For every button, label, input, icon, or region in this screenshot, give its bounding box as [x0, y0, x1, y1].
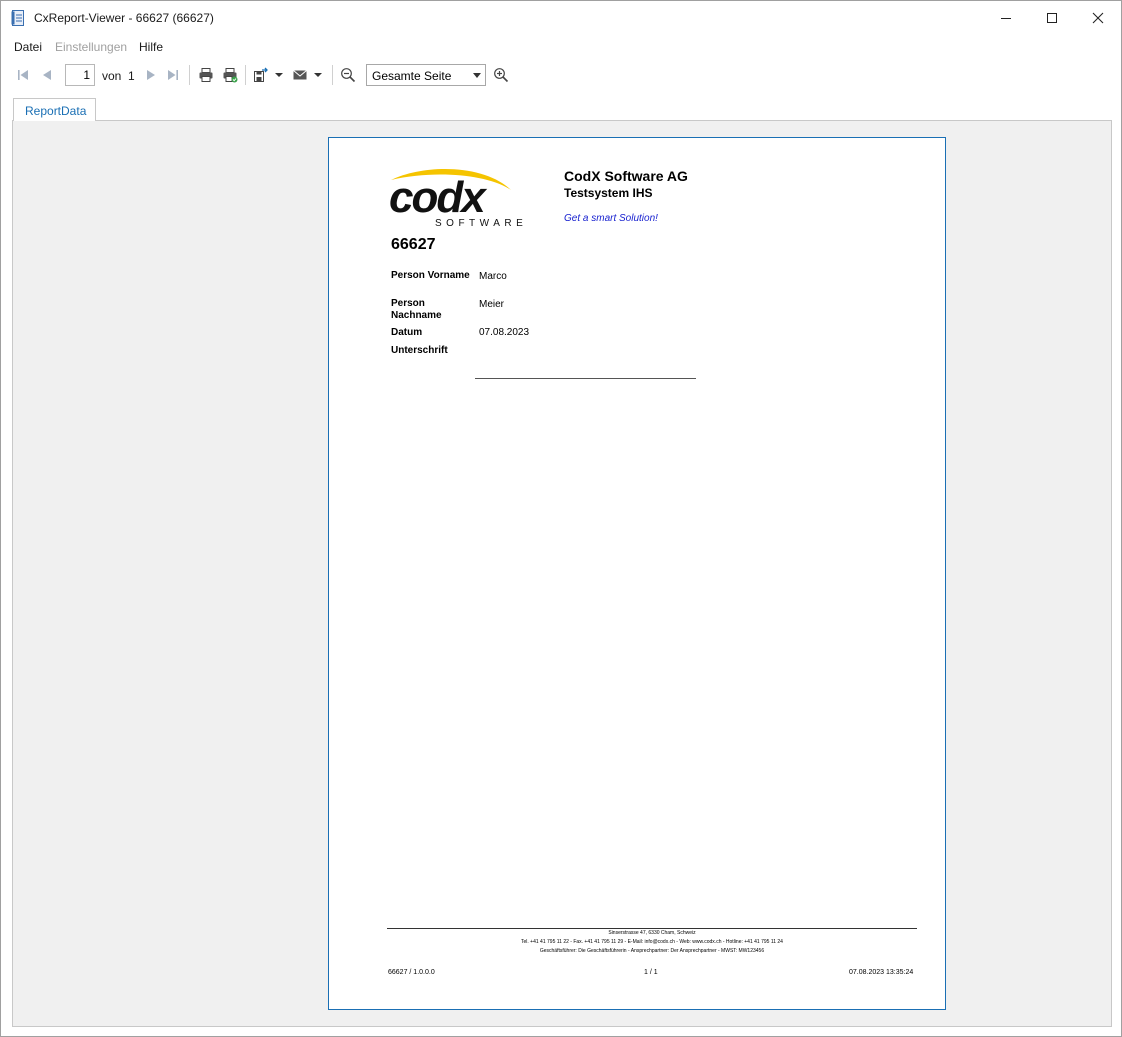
window-title: CxReport-Viewer - 66627 (66627) [34, 11, 214, 25]
title-bar: CxReport-Viewer - 66627 (66627) [1, 1, 1121, 35]
menu-einstellungen[interactable]: Einstellungen [55, 40, 127, 54]
footer-version: 66627 / 1.0.0.0 [388, 969, 435, 976]
zoom-in-button[interactable] [492, 66, 510, 84]
menu-datei[interactable]: Datei [14, 40, 42, 54]
field-label: Person Nachname [391, 298, 442, 321]
chevron-down-icon [473, 73, 481, 78]
svg-text:SOFTWARE: SOFTWARE [435, 218, 527, 229]
print-direct-button[interactable] [221, 66, 239, 84]
email-icon [293, 70, 307, 80]
print-direct-icon [223, 68, 238, 83]
field-value: Marco [479, 271, 507, 282]
first-page-icon [18, 70, 28, 80]
slogan: Get a smart Solution! [564, 213, 658, 224]
zoom-select-value: Gesamte Seite [372, 69, 452, 83]
footer-management: Geschäftsführer: Die Geschäftsführerin -… [539, 948, 765, 954]
maximize-button[interactable] [1029, 1, 1075, 35]
zoom-out-icon [341, 68, 356, 83]
zoom-select[interactable]: Gesamte Seite [366, 64, 486, 86]
toolbar-separator [189, 65, 190, 85]
field-value: 07.08.2023 [479, 327, 530, 338]
first-page-button[interactable] [14, 66, 32, 84]
footer-divider [387, 928, 917, 929]
minimize-button[interactable] [983, 1, 1029, 35]
system-name: Testsystem IHS [564, 186, 653, 200]
zoom-out-button[interactable] [339, 66, 357, 84]
footer-contact: Tel. +41 41 795 11 22 - Fax. +41 41 795 … [521, 939, 783, 945]
signature-line [475, 378, 696, 379]
app-icon [11, 10, 25, 26]
chevron-down-icon [314, 73, 322, 77]
footer-page-number: 1 / 1 [644, 969, 658, 976]
footer-timestamp: 07.08.2023 13:35:24 [849, 969, 914, 976]
field-label: Datum [391, 327, 423, 338]
report-id: 66627 [391, 236, 436, 253]
minimize-icon [1001, 18, 1011, 19]
report-page: codx SOFTWARE CodX Software AG Testsyste… [328, 137, 946, 1010]
menu-bar: Datei Einstellungen Hilfe [1, 37, 1121, 57]
tab-label: ReportData [25, 104, 87, 118]
page-number-input[interactable] [65, 64, 95, 86]
toolbar-separator [332, 65, 333, 85]
previous-page-icon [43, 70, 51, 80]
close-icon [1092, 12, 1104, 24]
chevron-down-icon [275, 73, 283, 77]
export-icon [254, 67, 268, 82]
field-label: Unterschrift [391, 345, 448, 356]
toolbar-separator [245, 65, 246, 85]
zoom-in-icon [494, 68, 509, 83]
company-name: CodX Software AG [564, 168, 688, 184]
menu-hilfe[interactable]: Hilfe [139, 40, 163, 54]
last-page-button[interactable] [164, 66, 182, 84]
footer-address: Sinserstrasse 47, 6330 Cham, Schweiz [608, 930, 696, 936]
print-button[interactable] [197, 66, 215, 84]
export-dropdown[interactable] [272, 66, 286, 84]
previous-page-button[interactable] [38, 66, 56, 84]
next-page-icon [147, 70, 155, 80]
total-pages: 1 [128, 69, 135, 83]
field-label: Person Vorname [391, 270, 470, 281]
email-button[interactable] [291, 66, 309, 84]
toolbar: von 1 Gesamte Sei [1, 61, 1121, 89]
field-value: Meier [479, 299, 505, 310]
tab-reportdata[interactable]: ReportData [13, 98, 96, 121]
codx-logo: codx SOFTWARE [389, 166, 539, 230]
maximize-icon [1047, 13, 1057, 23]
email-dropdown[interactable] [311, 66, 325, 84]
next-page-button[interactable] [142, 66, 160, 84]
svg-text:codx: codx [389, 173, 487, 222]
close-button[interactable] [1075, 1, 1121, 35]
export-button[interactable] [252, 66, 270, 84]
page-of-label: von [102, 69, 122, 83]
report-viewer-window: CxReport-Viewer - 66627 (66627) Datei Ei… [0, 0, 1122, 1037]
print-icon [199, 68, 213, 82]
last-page-icon [168, 70, 178, 80]
